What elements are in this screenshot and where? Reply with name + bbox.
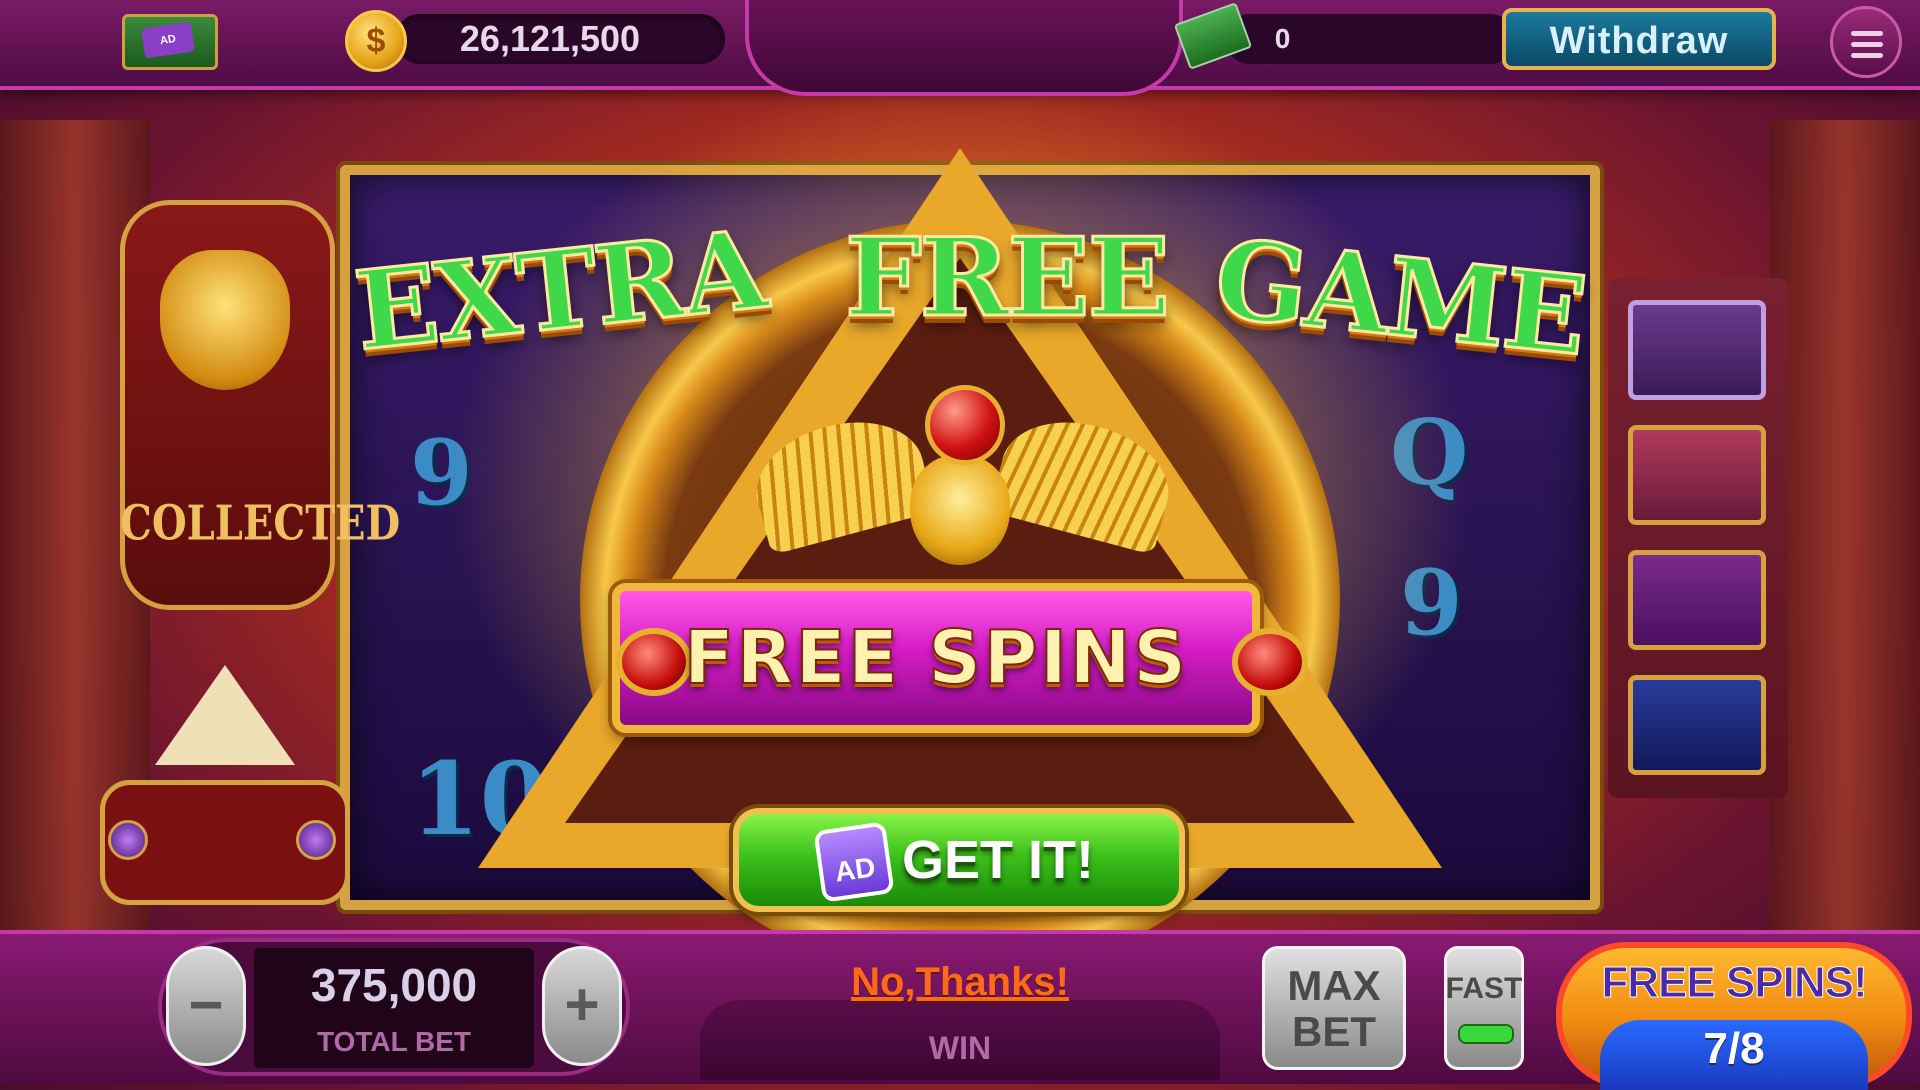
ad-note-label: AD <box>141 21 195 59</box>
cash-ad-icon[interactable]: AD <box>122 14 218 70</box>
get-it-label[interactable]: GET IT! <box>902 808 1132 912</box>
cash-balance: 0 <box>1274 23 1291 54</box>
winged-scarab-icon <box>743 385 1182 565</box>
collected-label: COLLECTED <box>120 495 401 552</box>
purple-gem-icon <box>108 820 148 860</box>
purple-gem-icon <box>296 820 336 860</box>
withdraw-button[interactable]: Withdraw <box>1502 8 1776 70</box>
right-pillar <box>1770 120 1920 980</box>
ad-badge-icon: AD <box>813 821 895 903</box>
fast-indicator <box>1458 1024 1514 1044</box>
anubis-thumb <box>1628 675 1766 775</box>
no-thanks-link[interactable]: No,Thanks! <box>780 960 1140 1005</box>
free-spins-text: FREE SPINS <box>683 614 1189 702</box>
fast-toggle[interactable] <box>1444 946 1524 1070</box>
title-word-free: FREE <box>843 214 1171 343</box>
spin-button-title: FREE SPINS! <box>1601 958 1868 1008</box>
coin-balance: 26,121,500 <box>459 18 641 59</box>
fast-label: FAST <box>1445 972 1523 1005</box>
menu-icon[interactable] <box>1830 6 1902 78</box>
decrease-bet-button[interactable]: − <box>166 946 246 1066</box>
free-spins-count: 7/8 <box>1703 1024 1765 1073</box>
max-bet-button[interactable]: MAX BET <box>1262 946 1406 1070</box>
win-label: WIN <box>928 1030 992 1066</box>
horus-thumb <box>1628 550 1766 650</box>
total-bet-value: 375,000 <box>310 959 478 1011</box>
queen-thumb <box>1628 425 1766 525</box>
increase-bet-button[interactable]: + <box>542 946 622 1066</box>
pyramid-icon <box>155 665 295 765</box>
top-center-notch <box>745 0 1183 96</box>
scarab-icon <box>160 250 290 390</box>
pharaoh-thumb <box>1628 300 1766 400</box>
total-bet-label: TOTAL BET <box>317 1026 471 1057</box>
